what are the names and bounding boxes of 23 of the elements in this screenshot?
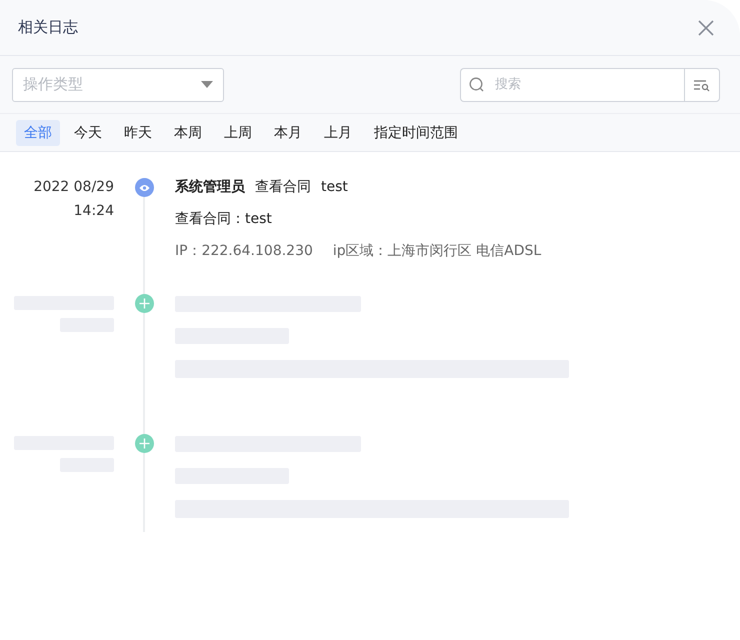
log-time: 14:24 xyxy=(74,202,114,220)
search-field[interactable]: 搜索 xyxy=(460,68,684,102)
log-target: test xyxy=(321,178,348,196)
log-region: ip区域：上海市闵行区 电信ADSL xyxy=(332,242,542,260)
date-range-tab[interactable]: 昨天 xyxy=(116,120,160,146)
dialog-title: 相关日志 xyxy=(18,18,78,37)
log-detail: 查看合同：test xyxy=(175,210,273,228)
close-icon[interactable] xyxy=(696,18,716,38)
date-range-tab[interactable]: 本周 xyxy=(166,120,210,146)
log-ip: IP：222.64.108.230 xyxy=(175,242,313,260)
search-field[interactable]: 搜索 xyxy=(493,76,647,93)
filter-search-icon xyxy=(693,78,711,92)
date-range-tab[interactable]: 指定时间范围 xyxy=(366,120,466,146)
filter-search-button[interactable] xyxy=(684,68,720,102)
search-icon xyxy=(469,76,485,92)
caret-icon xyxy=(201,81,213,88)
log-action: 查看合同 xyxy=(255,178,311,196)
date-range-tab[interactable]: 上周 xyxy=(216,120,260,146)
log-date: 2022 08/29 xyxy=(34,178,114,196)
date-range-tab[interactable]: 今天 xyxy=(66,120,110,146)
date-range-tab[interactable]: 上月 xyxy=(316,120,360,146)
date-range-tab[interactable]: 本月 xyxy=(266,120,310,146)
log-user: 系统管理员 xyxy=(175,178,245,196)
